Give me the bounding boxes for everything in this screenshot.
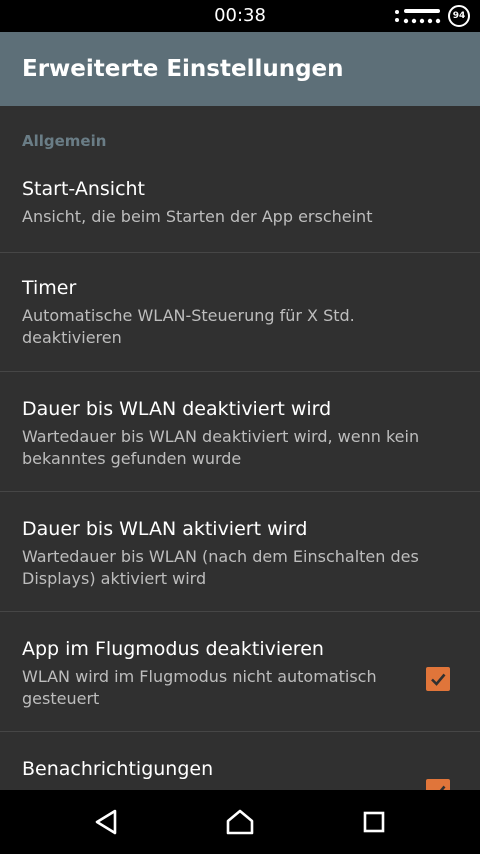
check-icon	[431, 673, 446, 686]
pref-airplane-mode[interactable]: App im Flugmodus deaktivieren WLAN wird …	[0, 612, 480, 732]
home-button[interactable]	[220, 802, 260, 842]
section-header: Allgemein	[22, 132, 107, 150]
pref-summary: Wartedauer bis WLAN (nach dem Einschalte…	[22, 547, 419, 588]
notifications-checkbox[interactable]	[426, 779, 450, 790]
pref-summary: Ansicht, die beim Starten der App ersche…	[22, 207, 373, 226]
back-button[interactable]	[86, 802, 126, 842]
navigation-bar	[0, 790, 480, 854]
recents-button[interactable]	[354, 802, 394, 842]
pref-notifications[interactable]: Benachrichtigungen	[0, 732, 480, 790]
check-icon	[439, 785, 446, 790]
pref-wlan-deactivate-delay[interactable]: Dauer bis WLAN deaktiviert wird Wartedau…	[0, 372, 480, 492]
pref-title: Dauer bis WLAN deaktiviert wird	[22, 398, 332, 420]
pref-start-view[interactable]: Start-Ansicht Ansicht, die beim Starten …	[0, 158, 480, 253]
pref-title: Benachrichtigungen	[22, 758, 214, 780]
home-icon	[226, 809, 254, 835]
pref-summary: Wartedauer bis WLAN deaktiviert wird, we…	[22, 427, 420, 468]
settings-list[interactable]: Allgemein Start-Ansicht Ansicht, die bei…	[0, 106, 480, 790]
page-title: Erweiterte Einstellungen	[22, 56, 344, 82]
recents-square-icon	[363, 811, 385, 833]
battery-icon: 94	[448, 5, 470, 27]
app-bar: Erweiterte Einstellungen	[0, 32, 480, 106]
pref-timer[interactable]: Timer Automatische WLAN-Steuerung für X …	[0, 253, 480, 372]
pref-title: App im Flugmodus deaktivieren	[22, 638, 324, 660]
pref-title: Start-Ansicht	[22, 178, 146, 200]
status-icons: 94	[394, 5, 470, 27]
battery-level: 94	[452, 11, 466, 21]
status-bar: 00:38 94	[0, 0, 480, 32]
pref-summary: WLAN wird im Flugmodus nicht automatisch…	[22, 667, 377, 708]
back-triangle-icon	[95, 809, 117, 835]
airplane-mode-checkbox[interactable]	[426, 667, 450, 691]
signal-dots-icon	[395, 9, 441, 24]
pref-summary: Automatische WLAN-Steuerung für X Std. d…	[22, 306, 355, 347]
pref-title: Dauer bis WLAN aktiviert wird	[22, 518, 308, 540]
pref-title: Timer	[22, 277, 77, 299]
pref-wlan-activate-delay[interactable]: Dauer bis WLAN aktiviert wird Wartedauer…	[0, 492, 480, 612]
